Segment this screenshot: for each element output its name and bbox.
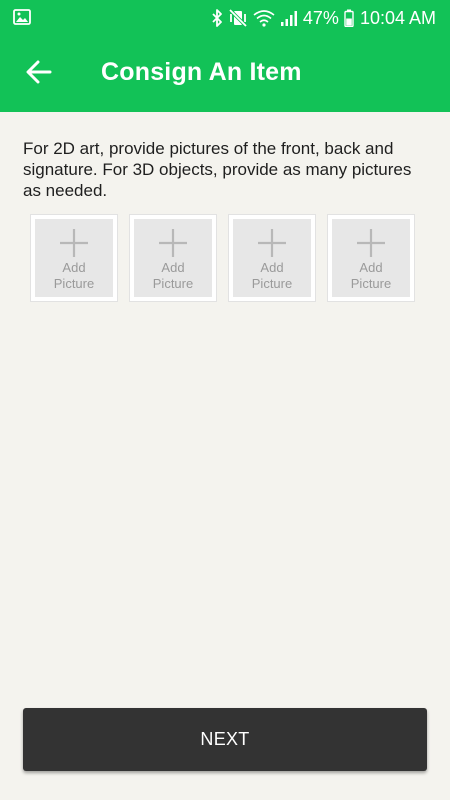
arrow-left-icon: [26, 60, 52, 89]
picture-placeholder: Add Picture: [332, 219, 410, 297]
picture-slots: Add Picture Add Picture Add Picture Add …: [30, 214, 426, 302]
status-bar-left: [13, 9, 31, 30]
add-picture-label-line1: Add: [359, 260, 383, 275]
plus-icon: [357, 229, 385, 257]
add-picture-label-line2: Picture: [53, 276, 95, 291]
wifi-icon: [253, 9, 275, 27]
instructions-text: For 2D art, provide pictures of the fron…: [23, 139, 412, 200]
add-picture-label-line2: Picture: [350, 276, 392, 291]
bluetooth-icon: [211, 9, 223, 27]
clock-time: 10:04 AM: [359, 7, 436, 28]
add-picture-button-3[interactable]: Add Picture: [228, 214, 316, 302]
add-picture-label: Add Picture: [153, 260, 193, 292]
add-picture-button-4[interactable]: Add Picture: [327, 214, 415, 302]
add-picture-label: Add Picture: [54, 260, 94, 292]
battery-percent: 47%: [302, 7, 339, 28]
status-bar-right: 47% 10:04 AM: [206, 0, 436, 36]
plus-icon: [159, 229, 187, 257]
next-button[interactable]: NEXT: [23, 708, 427, 771]
add-picture-label: Add Picture: [252, 260, 292, 292]
battery-icon: [344, 9, 354, 27]
app-bar: Consign An Item: [0, 36, 450, 112]
add-picture-button-1[interactable]: Add Picture: [30, 214, 118, 302]
back-button[interactable]: [20, 56, 58, 92]
vibrate-off-icon: [228, 9, 248, 27]
plus-icon: [258, 229, 286, 257]
add-picture-label-line1: Add: [62, 260, 86, 275]
screen: 47% 10:04 AM Consign An Item For 2D art,…: [0, 0, 450, 800]
add-picture-label-line2: Picture: [251, 276, 293, 291]
add-picture-button-2[interactable]: Add Picture: [129, 214, 217, 302]
plus-icon: [60, 229, 88, 257]
page-title: Consign An Item: [101, 58, 302, 86]
gallery-icon: [13, 9, 31, 29]
picture-placeholder: Add Picture: [35, 219, 113, 297]
status-bar: 47% 10:04 AM: [0, 0, 450, 36]
add-picture-label-line2: Picture: [152, 276, 194, 291]
add-picture-label: Add Picture: [351, 260, 391, 292]
add-picture-label-line1: Add: [161, 260, 185, 275]
add-picture-label-line1: Add: [260, 260, 284, 275]
signal-icon: [280, 9, 298, 27]
picture-placeholder: Add Picture: [134, 219, 212, 297]
picture-placeholder: Add Picture: [233, 219, 311, 297]
